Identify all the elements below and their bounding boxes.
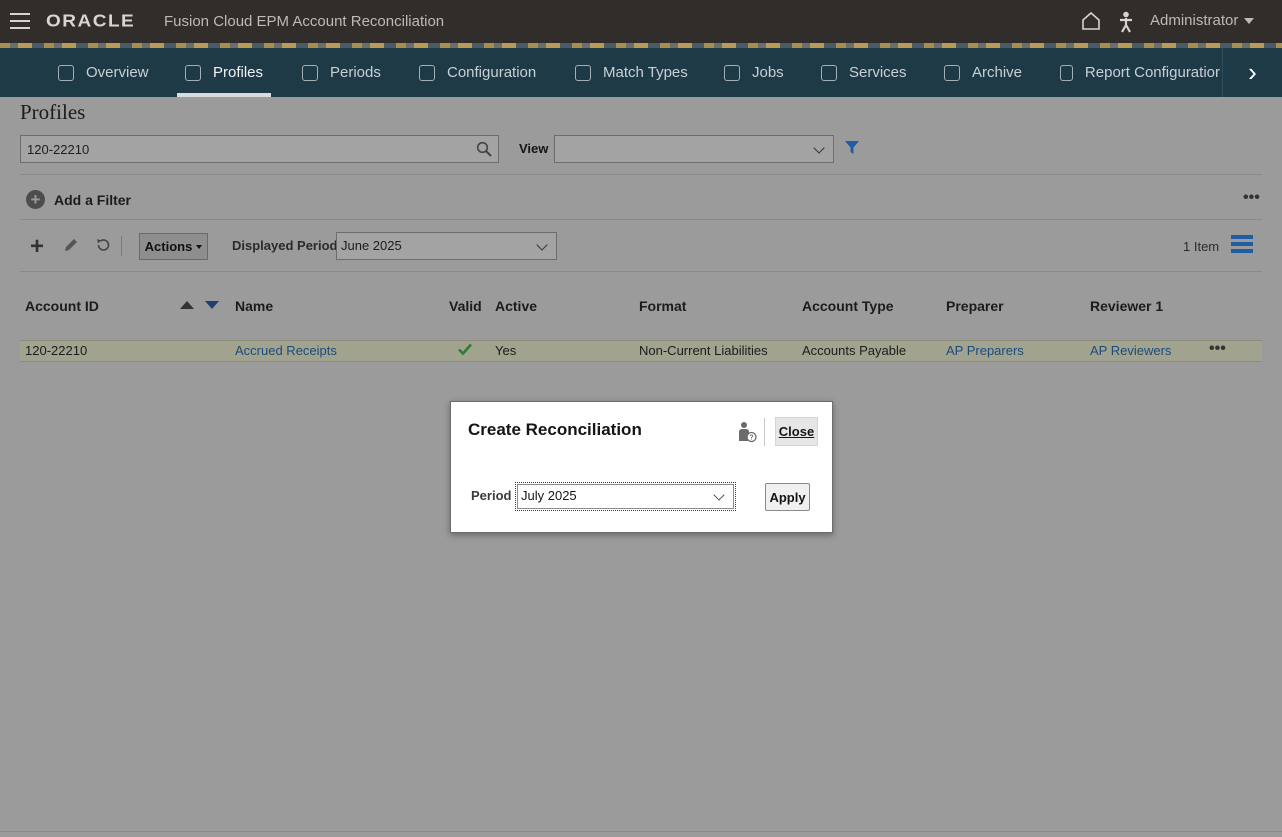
caret-down-icon	[196, 244, 203, 249]
divider	[20, 219, 1262, 220]
briefcase-icon	[821, 64, 837, 81]
tab-match-types[interactable]: Match Types	[575, 48, 688, 97]
tools-icon	[419, 64, 435, 81]
cell-account-id: 120-22210	[25, 343, 88, 358]
tab-label: Profiles	[213, 64, 264, 81]
view-select[interactable]	[554, 135, 834, 163]
tab-label: Configuration	[447, 64, 537, 81]
tab-configuration[interactable]: Configuration	[419, 48, 536, 97]
dialog-separator	[764, 418, 765, 446]
apply-button[interactable]: Apply	[765, 483, 810, 511]
match-doc-icon	[575, 64, 591, 81]
toolbar-separator	[121, 236, 122, 256]
main-navigation: Overview Profiles Periods Configuration …	[0, 48, 1282, 97]
svg-text:?: ?	[749, 435, 753, 442]
nav-scroll-right-button[interactable]: ›	[1222, 48, 1282, 97]
cell-name-link[interactable]: Accrued Receipts	[235, 343, 337, 358]
period-label: Period	[471, 488, 512, 503]
tab-periods[interactable]: Periods	[302, 48, 381, 97]
sort-descending-icon[interactable]	[205, 301, 219, 309]
cell-format: Non-Current Liabilities	[639, 343, 768, 358]
add-circle-icon: +	[26, 190, 45, 209]
cell-account-type: Accounts Payable	[802, 343, 907, 358]
accessibility-person-icon[interactable]	[1118, 11, 1134, 33]
hamburger-menu-icon[interactable]	[10, 13, 30, 29]
tab-overview[interactable]: Overview	[58, 48, 149, 97]
tab-services[interactable]: Services	[821, 48, 907, 97]
search-icon[interactable]	[476, 141, 492, 157]
chevron-down-icon	[1244, 18, 1255, 25]
oracle-logo: ORACLE	[46, 11, 136, 32]
user-menu[interactable]: Administrator	[1150, 12, 1255, 29]
list-view-icon[interactable]	[1231, 235, 1253, 253]
item-count: 1 Item	[1183, 239, 1220, 254]
report-icon	[1060, 64, 1073, 81]
row-actions-icon[interactable]: •••	[1209, 340, 1226, 358]
tab-label: Services	[849, 64, 907, 81]
help-person-icon[interactable]: ?	[737, 421, 757, 443]
column-header-valid[interactable]: Valid	[449, 298, 482, 314]
create-reconciliation-dialog: Create Reconciliation ? Close Period Jul…	[450, 401, 833, 533]
column-header-account-id[interactable]: Account ID	[25, 298, 99, 314]
cell-active: Yes	[495, 343, 517, 358]
add-filter-button[interactable]: + Add a Filter	[26, 190, 131, 209]
tab-label: Overview	[86, 64, 149, 81]
tab-archive[interactable]: Archive	[944, 48, 1022, 97]
valid-check-icon	[458, 343, 472, 356]
column-header-active[interactable]: Active	[495, 298, 537, 314]
cell-preparer-link[interactable]: AP Preparers	[946, 343, 1024, 358]
refresh-icon[interactable]	[95, 237, 111, 253]
close-button[interactable]: Close	[775, 417, 818, 446]
chevron-right-icon: ›	[1248, 57, 1257, 87]
chevron-down-icon	[536, 239, 548, 251]
displayed-period-select[interactable]: June 2025	[336, 232, 557, 260]
close-label: Close	[778, 424, 815, 439]
period-value: July 2025	[521, 488, 577, 503]
sliders-icon	[302, 64, 318, 81]
column-header-preparer[interactable]: Preparer	[946, 298, 1004, 314]
search-input[interactable]: 120-22210	[20, 135, 499, 163]
divider	[20, 271, 1262, 272]
actions-label: Actions	[144, 239, 193, 254]
edit-pencil-icon[interactable]	[63, 237, 79, 253]
cell-reviewer-link[interactable]: AP Reviewers	[1090, 343, 1171, 358]
divider	[0, 831, 1282, 832]
displayed-period-label: Displayed Period	[232, 238, 338, 253]
more-options-icon[interactable]: •••	[1243, 189, 1260, 207]
tab-label: Archive	[972, 64, 1023, 81]
global-header: ORACLE Fusion Cloud EPM Account Reconcil…	[0, 0, 1282, 43]
user-name: Administrator	[1150, 12, 1239, 29]
dialog-title: Create Reconciliation	[468, 420, 642, 439]
tab-label: Jobs	[752, 64, 784, 81]
tab-profiles[interactable]: Profiles	[176, 48, 272, 97]
tab-label: Periods	[330, 64, 381, 81]
add-icon[interactable]: +	[30, 235, 44, 259]
search-value: 120-22210	[27, 142, 90, 157]
app-title: Fusion Cloud EPM Account Reconciliation	[164, 13, 445, 30]
actions-menu-button[interactable]: Actions	[139, 233, 208, 260]
archive-pin-icon	[944, 64, 960, 81]
displayed-period-value: June 2025	[341, 238, 402, 253]
sort-ascending-icon[interactable]	[180, 301, 194, 309]
period-select[interactable]: July 2025	[515, 482, 736, 511]
tab-jobs[interactable]: Jobs	[724, 48, 784, 97]
column-header-account-type[interactable]: Account Type	[802, 298, 894, 314]
divider	[20, 174, 1262, 175]
chevron-down-icon	[713, 489, 725, 501]
chevron-down-icon	[813, 142, 825, 154]
page-title: Profiles	[20, 100, 86, 124]
column-header-name[interactable]: Name	[235, 298, 273, 314]
view-label: View	[519, 141, 549, 156]
clipboard-icon	[724, 64, 740, 81]
column-header-reviewer-1[interactable]: Reviewer 1	[1090, 298, 1163, 314]
tab-label: Report Configuratior	[1084, 64, 1220, 81]
tab-report-configuration[interactable]: Report Configuratior	[1060, 48, 1220, 97]
tab-label: Match Types	[603, 64, 688, 81]
cube-icon	[58, 64, 74, 81]
add-filter-label: Add a Filter	[54, 191, 132, 208]
column-header-format[interactable]: Format	[639, 298, 686, 314]
home-icon[interactable]	[1081, 11, 1101, 31]
clipboard-icon	[185, 64, 201, 81]
filter-icon[interactable]	[845, 141, 859, 155]
